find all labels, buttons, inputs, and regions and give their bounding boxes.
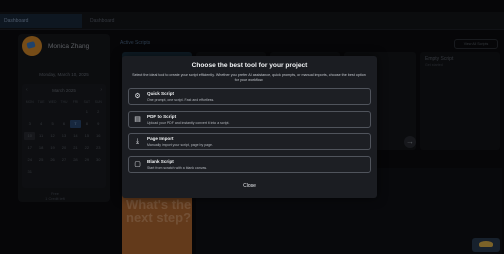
modal-title: Choose the best tool for your project	[191, 62, 308, 69]
option-quick-script[interactable]: ⚙ Quick Script One prompt, one script. F…	[128, 88, 371, 105]
option-title: Blank Script	[147, 159, 174, 164]
option-desc: Upload your PDF and instantly convert it…	[147, 121, 230, 125]
option-page-import[interactable]: ⤓ Page Import Manually import your scrip…	[128, 133, 371, 150]
import-icon: ⤓	[135, 138, 140, 145]
option-desc: One prompt, one script. Fast and effortl…	[147, 98, 215, 102]
option-pdf-to-script[interactable]: ▤ PDF to Script Upload your PDF and inst…	[128, 111, 371, 128]
close-button[interactable]: Close	[122, 183, 377, 189]
blank-page-icon: ▢	[134, 161, 141, 168]
option-title: Quick Script	[147, 91, 175, 96]
option-desc: Start from scratch with a blank canvas.	[147, 166, 208, 170]
choose-tool-modal: Choose the best tool for your project Se…	[122, 56, 377, 198]
option-desc: Manually import your script, page by pag…	[147, 143, 213, 147]
option-title: Page Import	[147, 136, 174, 141]
option-title: PDF to Script	[147, 114, 177, 119]
gear-icon: ⚙	[134, 93, 141, 100]
option-blank-script[interactable]: ▢ Blank Script Start from scratch with a…	[128, 156, 371, 173]
modal-subtitle: Select the ideal tool to create your scr…	[132, 73, 366, 82]
document-icon: ▤	[134, 116, 141, 123]
